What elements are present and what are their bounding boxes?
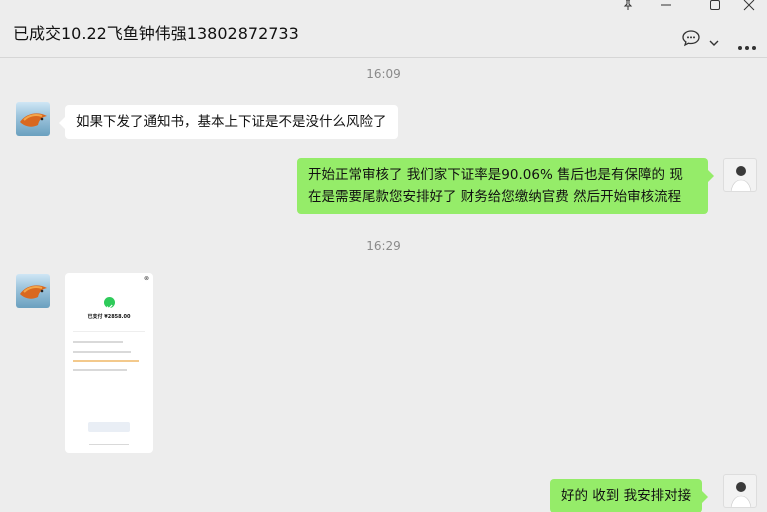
close-icon[interactable] (738, 0, 760, 11)
contact-avatar[interactable] (16, 274, 50, 308)
fish-icon (20, 285, 47, 299)
payment-screenshot-image[interactable]: ⊗ 已支付 ¥2858.00 (65, 273, 153, 453)
success-check-icon (104, 297, 115, 310)
chat-bubble-icon[interactable] (681, 28, 701, 52)
footer-text (89, 444, 129, 445)
chevron-down-icon[interactable] (708, 33, 720, 52)
payment-amount: 已支付 ¥2858.00 (87, 314, 131, 320)
message-line: 在是需要尾款您安排好了 财务给您缴纳官费 然后开始审核流程 (308, 189, 682, 205)
my-avatar[interactable] (723, 158, 757, 192)
minimize-icon[interactable] (655, 0, 677, 11)
more-icon[interactable] (737, 36, 757, 55)
fish-icon (20, 113, 47, 127)
done-button (88, 422, 130, 432)
divider (73, 331, 145, 332)
close-icon: ⊗ (143, 275, 149, 282)
chat-header: 已成交10.22飞鱼钟伟强13802872733 (0, 0, 767, 58)
person-icon (730, 482, 752, 507)
chat-title: 已成交10.22飞鱼钟伟强13802872733 (13, 24, 299, 43)
message-bubble-sent[interactable]: 好的 收到 我安排对接 (550, 479, 709, 512)
detail-row (73, 360, 139, 362)
my-avatar[interactable] (723, 474, 757, 508)
maximize-icon[interactable] (704, 0, 726, 11)
message-line: 开始正常审核了 我们家下证率是90.06% 售后也是有保障的 现 (308, 167, 683, 183)
message-bubble-received[interactable]: 如果下发了通知书，基本上下证是不是没什么风险了 (59, 105, 398, 139)
pin-icon[interactable] (617, 0, 639, 11)
message-bubble-sent[interactable]: 开始正常审核了 我们家下证率是90.06% 售后也是有保障的 现 在是需要尾款您… (297, 158, 714, 214)
person-icon (730, 166, 752, 191)
timestamp: 16:29 (366, 239, 401, 253)
timestamp: 16:09 (366, 67, 401, 81)
detail-row (73, 341, 123, 343)
detail-row (73, 369, 127, 371)
contact-avatar[interactable] (16, 102, 50, 136)
detail-row (73, 351, 131, 353)
